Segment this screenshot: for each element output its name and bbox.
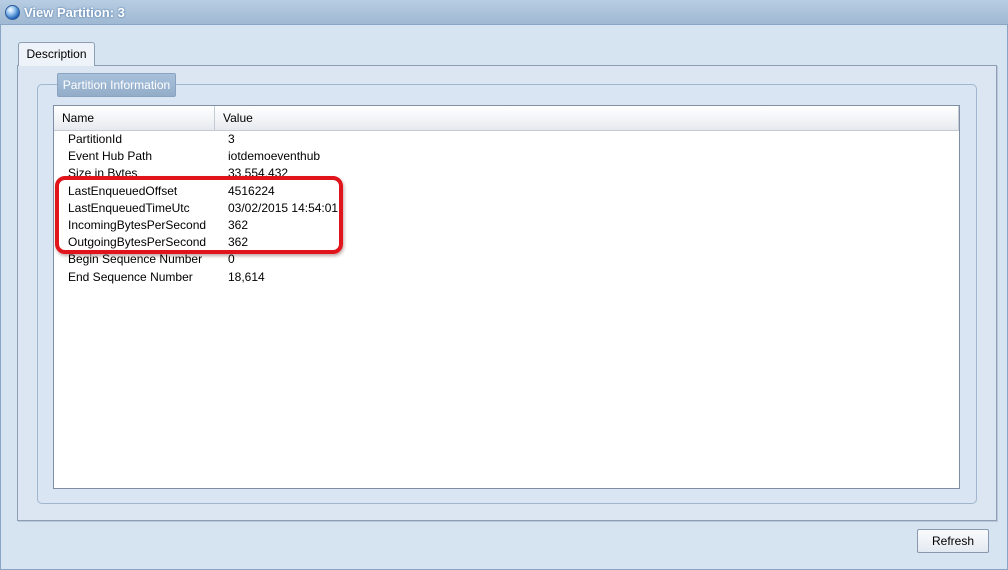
refresh-button[interactable]: Refresh xyxy=(917,529,989,553)
row-name-cell: PartitionId xyxy=(68,132,123,146)
table-row[interactable]: PartitionId 3 xyxy=(54,131,959,148)
row-value-cell: 3 xyxy=(228,132,235,146)
title-bar: View Partition: 3 xyxy=(0,0,1008,25)
properties-grid[interactable]: Name Value PartitionId 3 Event Hub Path … xyxy=(53,105,960,489)
row-value-cell: 18,614 xyxy=(228,269,265,284)
table-row[interactable]: Event Hub Path iotdemoeventhub xyxy=(54,148,959,165)
table-row[interactable]: End Sequence Number 18,614 xyxy=(54,269,959,286)
row-name-cell: Begin Sequence Number xyxy=(68,252,203,267)
globe-icon xyxy=(5,5,20,20)
column-header-name[interactable]: Name xyxy=(54,106,215,130)
row-value-cell: iotdemoeventhub xyxy=(228,149,321,164)
tab-description[interactable]: Description xyxy=(18,42,95,66)
row-name-cell: End Sequence Number xyxy=(68,269,193,284)
window-title: View Partition: 3 xyxy=(24,5,125,20)
row-name-cell: Event Hub Path xyxy=(68,149,153,164)
column-header-value[interactable]: Value xyxy=(215,106,959,130)
row-value-cell: 0 xyxy=(228,252,235,267)
grid-header: Name Value xyxy=(54,106,959,131)
header-divider xyxy=(958,106,959,130)
highlight-annotation xyxy=(55,176,343,254)
groupbox-title: Partition Information xyxy=(57,73,176,97)
